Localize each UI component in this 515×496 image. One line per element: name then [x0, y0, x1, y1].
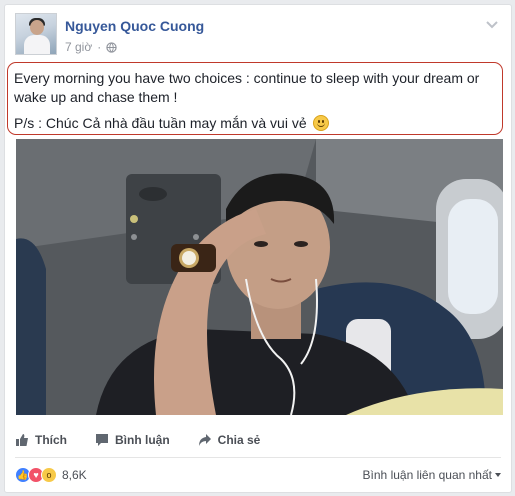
wow-reaction-icon: o	[41, 467, 57, 483]
smile-emoji-icon	[312, 115, 329, 131]
share-label: Chia sẻ	[217, 433, 261, 447]
post-text-line-2: P/s : Chúc Cả nhà đầu tuần may mắn và vu…	[14, 114, 496, 133]
chevron-down-icon[interactable]	[485, 17, 499, 31]
separator-dot: ·	[97, 40, 102, 54]
avatar-shirt	[24, 35, 50, 54]
comment-button[interactable]: Bình luận	[95, 429, 170, 451]
footer-divider	[15, 457, 501, 458]
author-avatar[interactable]	[15, 13, 57, 55]
reactions-summary[interactable]: 👍 ♥ o 8,6K	[15, 467, 87, 483]
post-text-ps: P/s : Chúc Cả nhà đầu tuần may mắn và vu…	[14, 115, 307, 131]
post-meta: 7 giờ ·	[65, 40, 117, 54]
avatar-face	[30, 20, 44, 35]
post-actions: Thích Bình luận Chia sẻ	[15, 429, 260, 451]
reaction-count: 8,6K	[62, 468, 87, 482]
share-button[interactable]: Chia sẻ	[198, 429, 261, 451]
thumbs-up-icon	[16, 434, 28, 446]
post-text: Every morning you have two choices : con…	[14, 69, 496, 133]
author-name[interactable]: Nguyen Quoc Cuong	[65, 18, 204, 34]
comment-sort-dropdown[interactable]: Bình luận liên quan nhất	[363, 468, 501, 482]
comment-label: Bình luận	[115, 433, 170, 447]
post-timestamp[interactable]: 7 giờ	[65, 40, 92, 54]
post-photo[interactable]	[16, 139, 503, 415]
dropdown-caret-icon	[495, 473, 501, 477]
like-button[interactable]: Thích	[15, 429, 67, 451]
post-text-line-1: Every morning you have two choices : con…	[14, 70, 480, 105]
globe-icon[interactable]	[106, 41, 117, 53]
share-arrow-icon	[198, 434, 211, 446]
comment-icon	[96, 434, 108, 446]
comment-sort-label: Bình luận liên quan nhất	[362, 468, 492, 482]
post-card: Nguyen Quoc Cuong 7 giờ · Every morning …	[4, 4, 512, 493]
airplane-selfie-image	[16, 139, 503, 415]
like-label: Thích	[35, 433, 67, 447]
